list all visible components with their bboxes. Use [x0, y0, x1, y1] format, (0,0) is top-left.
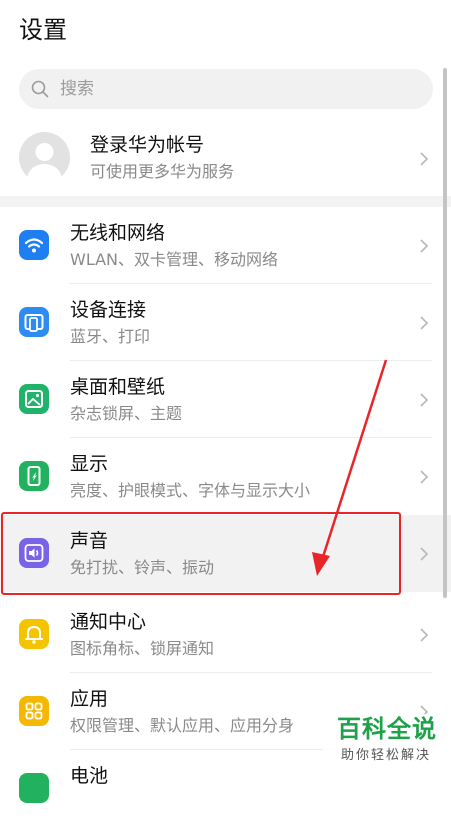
- annotation-arrow: [312, 359, 388, 576]
- scrollbar[interactable]: [443, 68, 447, 598]
- watermark-slogan: 助你轻松解决: [340, 748, 431, 763]
- watermark-brand: 百科全说: [337, 715, 437, 743]
- watermark-logo: 百科全说 助你轻松解决: [322, 714, 437, 774]
- battery-icon: [19, 773, 49, 803]
